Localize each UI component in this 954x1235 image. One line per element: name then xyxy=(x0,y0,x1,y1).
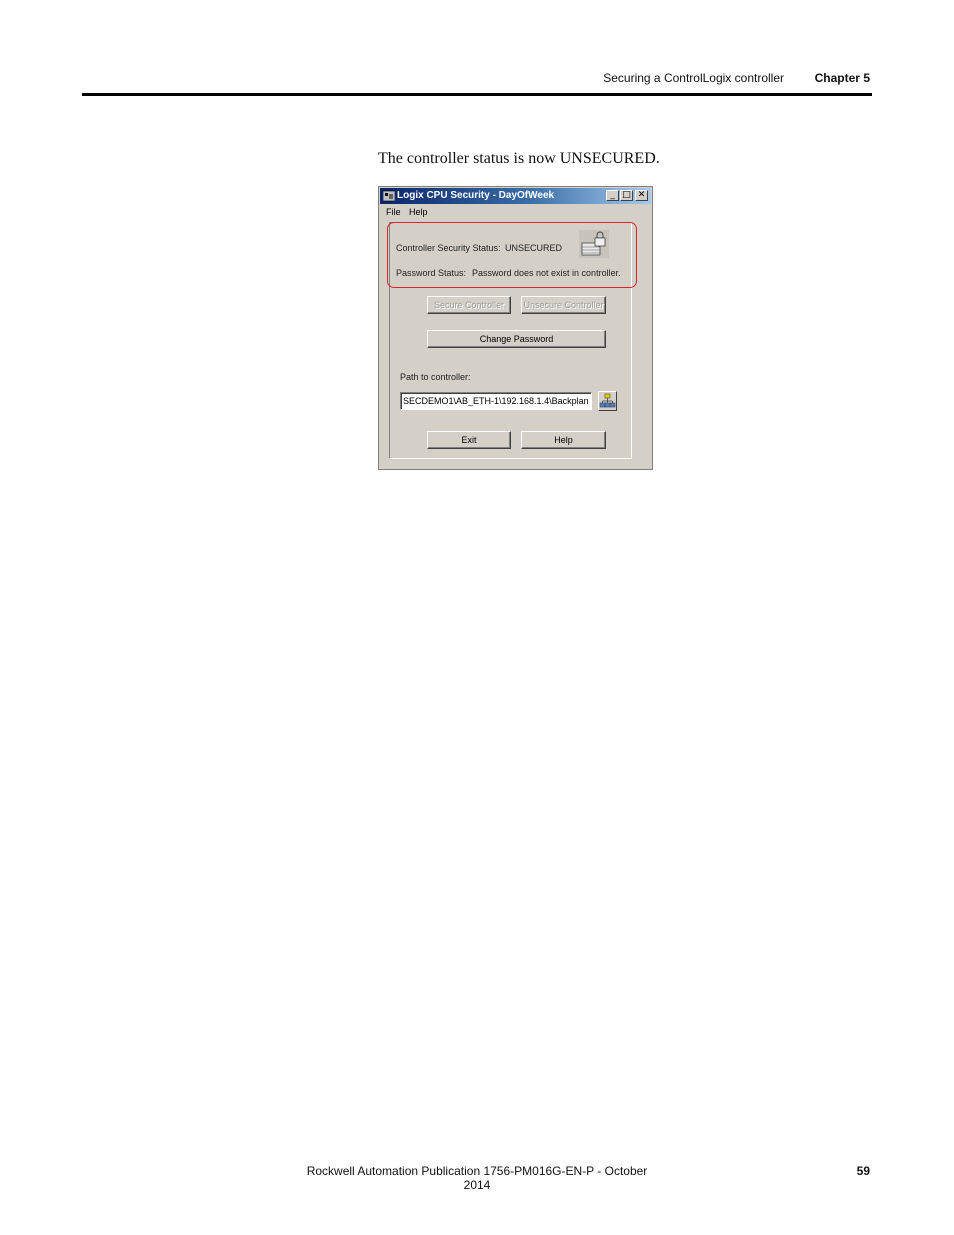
footer-publication: Rockwell Automation Publication 1756-PM0… xyxy=(306,1164,648,1192)
path-label: Path to controller: xyxy=(400,372,471,382)
dialog-title: Logix CPU Security - DayOfWeek xyxy=(397,190,555,201)
exit-button[interactable]: Exit xyxy=(427,431,511,449)
browse-button[interactable] xyxy=(598,391,617,411)
path-input[interactable]: SECDEMO1\AB_ETH-1\192.168.1.4\Backplan xyxy=(400,392,592,410)
menu-file[interactable]: File xyxy=(386,207,401,217)
dialog-titlebar[interactable]: Logix CPU Security - DayOfWeek _ □ ✕ xyxy=(380,188,651,204)
network-browse-icon xyxy=(599,393,616,408)
minimize-icon[interactable]: _ xyxy=(606,190,619,201)
unsecure-controller-button[interactable]: Unsecure Controller xyxy=(521,296,606,314)
header-section-title: Securing a ControlLogix controller xyxy=(603,71,784,85)
header-chapter: Chapter 5 xyxy=(814,71,870,85)
app-icon xyxy=(383,190,395,202)
maximize-icon[interactable]: □ xyxy=(620,190,633,201)
page-number: 59 xyxy=(856,1164,870,1178)
close-icon[interactable]: ✕ xyxy=(635,190,648,201)
menu-help[interactable]: Help xyxy=(409,207,428,217)
figure-caption: The controller status is now UNSECURED. xyxy=(378,150,660,167)
header-rule xyxy=(82,93,872,96)
help-button[interactable]: Help xyxy=(521,431,606,449)
change-password-button[interactable]: Change Password xyxy=(427,330,606,348)
secure-controller-button[interactable]: Secure Controller xyxy=(427,296,511,314)
status-highlight xyxy=(387,222,637,288)
menubar: File Help xyxy=(380,205,651,219)
